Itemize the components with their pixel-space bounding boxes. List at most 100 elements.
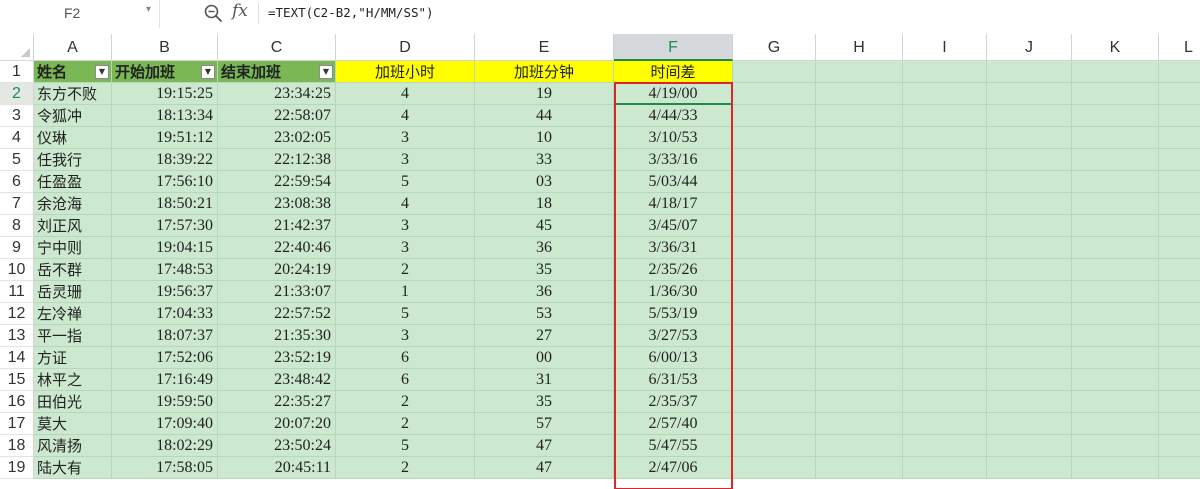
empty-cell[interactable] bbox=[1159, 259, 1200, 281]
cell-b[interactable]: 17:09:40 bbox=[112, 413, 218, 435]
cell-f[interactable]: 6/31/53 bbox=[614, 369, 733, 391]
cell-e[interactable]: 18 bbox=[475, 193, 614, 215]
empty-cell[interactable] bbox=[1072, 171, 1159, 193]
formula-input[interactable]: =TEXT(C2-B2,"H/MM/SS") bbox=[268, 5, 434, 20]
cell-f[interactable]: 2/35/37 bbox=[614, 391, 733, 413]
cell-b[interactable]: 18:50:21 bbox=[112, 193, 218, 215]
empty-cell[interactable] bbox=[987, 83, 1072, 105]
empty-cell[interactable] bbox=[1159, 193, 1200, 215]
empty-cell[interactable] bbox=[903, 281, 987, 303]
zoom-icon[interactable] bbox=[203, 3, 223, 23]
header-cell-e[interactable]: 加班分钟 bbox=[475, 61, 614, 83]
empty-cell[interactable] bbox=[1072, 325, 1159, 347]
empty-cell[interactable] bbox=[816, 281, 903, 303]
empty-cell[interactable] bbox=[1159, 457, 1200, 479]
cell-d[interactable]: 2 bbox=[336, 413, 475, 435]
cell-b[interactable]: 17:57:30 bbox=[112, 215, 218, 237]
cell-e[interactable]: 57 bbox=[475, 413, 614, 435]
empty-cell[interactable] bbox=[987, 281, 1072, 303]
empty-cell[interactable] bbox=[1072, 149, 1159, 171]
empty-cell[interactable] bbox=[1159, 83, 1200, 105]
empty-cell[interactable] bbox=[987, 303, 1072, 325]
cell-c[interactable]: 20:45:11 bbox=[218, 457, 336, 479]
cell-a[interactable]: 仪琳 bbox=[34, 127, 112, 149]
cell-b[interactable]: 19:15:25 bbox=[112, 83, 218, 105]
cell-d[interactable]: 5 bbox=[336, 435, 475, 457]
column-header-c[interactable]: C bbox=[218, 34, 336, 61]
empty-cell[interactable] bbox=[1159, 435, 1200, 457]
cell-d[interactable]: 5 bbox=[336, 171, 475, 193]
cell-b[interactable]: 17:04:33 bbox=[112, 303, 218, 325]
cell-c[interactable]: 22:58:07 bbox=[218, 105, 336, 127]
cell-f[interactable]: 3/33/16 bbox=[614, 149, 733, 171]
cell-f[interactable]: 4/44/33 bbox=[614, 105, 733, 127]
empty-cell[interactable] bbox=[733, 171, 816, 193]
cell-a[interactable]: 莫大 bbox=[34, 413, 112, 435]
empty-cell[interactable] bbox=[816, 171, 903, 193]
empty-cell[interactable] bbox=[987, 149, 1072, 171]
row-header[interactable]: 6 bbox=[0, 171, 34, 193]
chevron-down-icon[interactable]: ▾ bbox=[146, 4, 151, 15]
empty-cell[interactable] bbox=[1159, 303, 1200, 325]
header-cell-b[interactable]: 开始加班 ▼ bbox=[112, 61, 218, 83]
cell-b[interactable]: 19:51:12 bbox=[112, 127, 218, 149]
fx-icon[interactable]: fx bbox=[232, 1, 248, 21]
empty-cell[interactable] bbox=[903, 237, 987, 259]
row-header[interactable]: 9 bbox=[0, 237, 34, 259]
header-cell-a[interactable]: 姓名 ▼ bbox=[34, 61, 112, 83]
empty-cell[interactable] bbox=[1072, 193, 1159, 215]
empty-cell[interactable] bbox=[903, 193, 987, 215]
name-box[interactable]: F2 ▾ bbox=[0, 0, 160, 28]
row-header[interactable]: 14 bbox=[0, 347, 34, 369]
column-header-d[interactable]: D bbox=[336, 34, 475, 61]
empty-cell[interactable] bbox=[816, 215, 903, 237]
empty-cell[interactable] bbox=[903, 457, 987, 479]
cell-e[interactable]: 00 bbox=[475, 347, 614, 369]
column-header-i[interactable]: I bbox=[903, 34, 987, 61]
empty-cell[interactable] bbox=[733, 413, 816, 435]
empty-cell[interactable] bbox=[1072, 391, 1159, 413]
column-header-a[interactable]: A bbox=[34, 34, 112, 61]
cell-c[interactable]: 23:48:42 bbox=[218, 369, 336, 391]
cell-a[interactable]: 东方不败 bbox=[34, 83, 112, 105]
empty-cell[interactable] bbox=[1159, 391, 1200, 413]
empty-cell[interactable] bbox=[816, 149, 903, 171]
cell-a[interactable]: 岳不群 bbox=[34, 259, 112, 281]
row-header[interactable]: 2 bbox=[0, 83, 34, 105]
empty-cell[interactable] bbox=[987, 193, 1072, 215]
cell-d[interactable]: 5 bbox=[336, 303, 475, 325]
empty-cell[interactable] bbox=[733, 325, 816, 347]
cell-d[interactable]: 2 bbox=[336, 391, 475, 413]
cell-b[interactable]: 17:16:49 bbox=[112, 369, 218, 391]
empty-cell[interactable] bbox=[1159, 215, 1200, 237]
empty-cell[interactable] bbox=[1159, 347, 1200, 369]
cell-c[interactable]: 22:57:52 bbox=[218, 303, 336, 325]
cell-f[interactable]: 3/27/53 bbox=[614, 325, 733, 347]
row-header[interactable]: 16 bbox=[0, 391, 34, 413]
empty-cell[interactable] bbox=[903, 83, 987, 105]
empty-cell[interactable] bbox=[987, 413, 1072, 435]
filter-dropdown-icon[interactable]: ▼ bbox=[95, 65, 109, 79]
empty-cell[interactable] bbox=[903, 391, 987, 413]
column-header-g[interactable]: G bbox=[733, 34, 816, 61]
row-header[interactable]: 19 bbox=[0, 457, 34, 479]
cell-c[interactable]: 23:50:24 bbox=[218, 435, 336, 457]
empty-cell[interactable] bbox=[1072, 303, 1159, 325]
empty-cell[interactable] bbox=[816, 127, 903, 149]
empty-cell[interactable] bbox=[1159, 237, 1200, 259]
cell-c[interactable]: 23:52:19 bbox=[218, 347, 336, 369]
empty-cell[interactable] bbox=[1072, 457, 1159, 479]
cell-d[interactable]: 3 bbox=[336, 325, 475, 347]
cell-f[interactable]: 2/35/26 bbox=[614, 259, 733, 281]
cell-f[interactable]: 3/45/07 bbox=[614, 215, 733, 237]
cell-b[interactable]: 18:13:34 bbox=[112, 105, 218, 127]
cell-f[interactable]: 4/19/00 bbox=[614, 83, 733, 105]
cell-d[interactable]: 3 bbox=[336, 149, 475, 171]
empty-cell[interactable] bbox=[733, 105, 816, 127]
cell-a[interactable]: 令狐冲 bbox=[34, 105, 112, 127]
cell-c[interactable]: 23:02:05 bbox=[218, 127, 336, 149]
empty-cell[interactable] bbox=[816, 303, 903, 325]
cell-d[interactable]: 4 bbox=[336, 105, 475, 127]
empty-cell[interactable] bbox=[733, 347, 816, 369]
empty-cell[interactable] bbox=[903, 347, 987, 369]
